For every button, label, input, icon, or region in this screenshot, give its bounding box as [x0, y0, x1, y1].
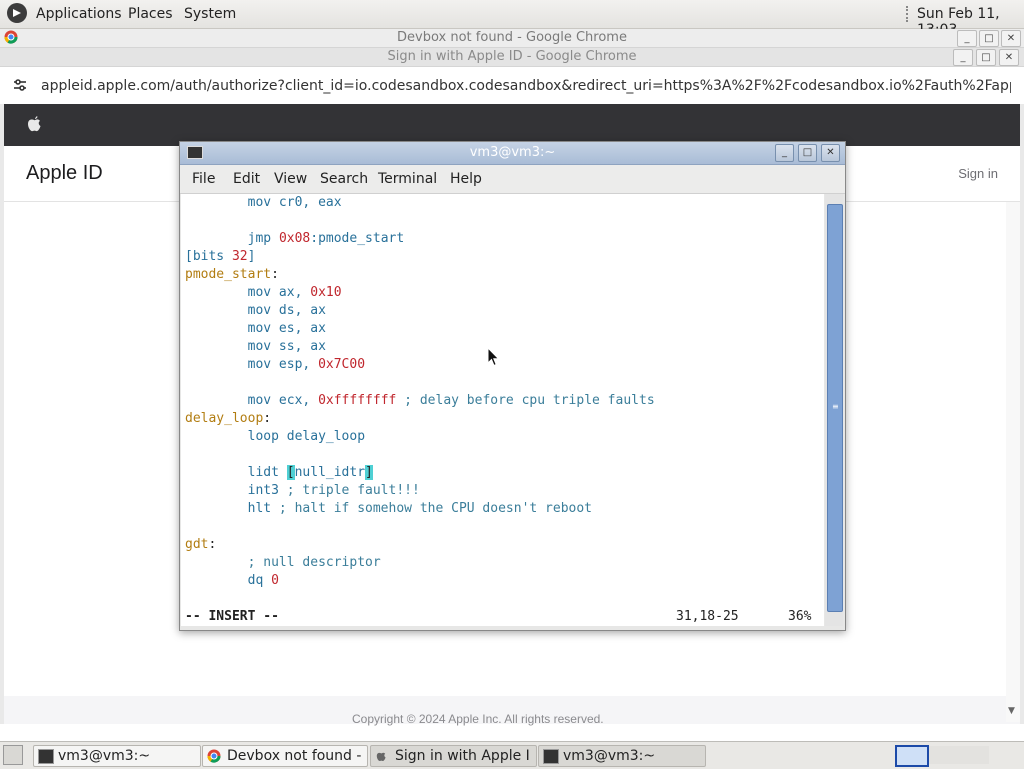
menu-places[interactable]: Places [128, 6, 173, 22]
terminal-menu-search[interactable]: Search [320, 171, 368, 187]
code-line: lidt [null_idtr] [247, 465, 373, 480]
code-line: mov esp, 0x7C00 [247, 357, 366, 372]
taskbar-item-terminal[interactable]: vm3@vm3:~ [33, 745, 201, 767]
code-line: loop delay_loop [247, 429, 366, 444]
terminal-menubar: File Edit View Search Terminal Help [180, 165, 845, 194]
show-desktop-icon[interactable] [3, 745, 23, 765]
code-line: mov ss, ax [247, 339, 326, 354]
terminal-menu-terminal[interactable]: Terminal [378, 171, 437, 187]
bracket-match-highlight: ] [365, 465, 373, 480]
chrome-icon [4, 30, 18, 50]
code-line: int3 ; triple fault!!! [247, 483, 420, 498]
taskbar-item-devbox-chrome[interactable]: Devbox not found - ... [202, 745, 368, 767]
workspace-switcher-area[interactable] [929, 746, 989, 764]
workspace-switcher[interactable] [895, 745, 929, 767]
gnome-foot-icon[interactable] [7, 3, 27, 23]
maximize-button[interactable]: □ [979, 30, 999, 47]
terminal-title: vm3@vm3:~ [469, 145, 556, 160]
taskbar-item-terminal-active[interactable]: vm3@vm3:~ [538, 745, 706, 767]
address-bar[interactable]: appleid.apple.com/auth/authorize?client_… [0, 68, 1024, 105]
code-line: dq 0 [247, 573, 279, 588]
chrome-icon [207, 749, 221, 763]
mouse-pointer-icon [487, 346, 501, 367]
terminal-icon [543, 749, 559, 764]
apple-icon [375, 749, 389, 762]
grip-icon: ≡ [832, 402, 839, 411]
page-title: Apple ID [26, 162, 103, 184]
code-line: delay_loop: [185, 411, 272, 426]
chrome-front-window-title: Sign in with Apple ID - Google Chrome [387, 49, 637, 64]
terminal-minimize-button[interactable]: _ [775, 144, 794, 162]
maximize-button[interactable]: □ [976, 49, 996, 66]
terminal-text-area[interactable]: mov cr0, eax jmp 0x08:pmode_start [bits … [181, 194, 824, 626]
terminal-menu-file[interactable]: File [192, 171, 215, 187]
terminal-menu-edit[interactable]: Edit [233, 171, 260, 187]
code-line: mov es, ax [247, 321, 326, 336]
menu-applications[interactable]: Applications [36, 6, 122, 22]
minimize-button[interactable]: _ [957, 30, 977, 47]
site-settings-icon[interactable] [12, 77, 28, 97]
top-panel: Applications Places System Sun Feb 11, 1… [0, 0, 1024, 38]
apple-global-nav [4, 104, 1020, 146]
code-line: jmp 0x08:pmode_start [247, 231, 405, 246]
panel-separator [906, 6, 911, 22]
terminal-window[interactable]: vm3@vm3:~ _ □ ✕ File Edit View Search Te… [179, 141, 846, 631]
scroll-down-arrow-icon[interactable]: ▼ [1008, 706, 1015, 716]
terminal-scrollbar-thumb[interactable]: ≡ [827, 204, 843, 612]
terminal-titlebar[interactable]: vm3@vm3:~ _ □ ✕ [180, 142, 845, 165]
copyright-text: Copyright © 2024 Apple Inc. All rights r… [352, 712, 604, 726]
menu-system[interactable]: System [184, 6, 236, 22]
bottom-taskbar: vm3@vm3:~ Devbox not found - ... Sign in… [0, 741, 1024, 769]
window-border-right [1020, 104, 1024, 724]
code-line: hlt ; halt if somehow the CPU doesn't re… [247, 501, 593, 516]
code-line: gdt: [185, 537, 217, 552]
code-line: mov ax, 0x10 [247, 285, 342, 300]
vim-cursor-position: 31,18-25 [676, 609, 739, 624]
terminal-menu-view[interactable]: View [274, 171, 307, 187]
vim-scroll-percent: 36% [788, 609, 812, 624]
minimize-button[interactable]: _ [953, 49, 973, 66]
code-line: ; null descriptor [247, 555, 381, 570]
sign-in-link[interactable]: Sign in [958, 166, 998, 181]
terminal-scrollbar[interactable]: ≡ [825, 194, 843, 626]
apple-logo-icon[interactable] [26, 114, 42, 134]
taskbar-item-apple-signin[interactable]: Sign in with Apple I... [370, 745, 537, 767]
code-line: mov cr0, eax [247, 195, 342, 210]
terminal-close-button[interactable]: ✕ [821, 144, 840, 162]
code-line: mov ds, ax [247, 303, 326, 318]
vim-mode-indicator: -- INSERT -- [185, 609, 279, 624]
terminal-menu-help[interactable]: Help [450, 171, 482, 187]
code-line: pmode_start: [185, 267, 279, 282]
code-line: [bits 32] [185, 249, 256, 264]
page-scrollbar[interactable] [1006, 202, 1020, 722]
chrome-front-window-titlebar[interactable]: Sign in with Apple ID - Google Chrome _ … [0, 48, 1024, 67]
chrome-back-window-title: Devbox not found - Google Chrome [397, 30, 627, 45]
url-text[interactable]: appleid.apple.com/auth/authorize?client_… [41, 78, 1011, 94]
terminal-icon [38, 749, 54, 764]
close-button[interactable]: ✕ [999, 49, 1019, 66]
terminal-maximize-button[interactable]: □ [798, 144, 817, 162]
close-button[interactable]: ✕ [1001, 30, 1021, 47]
code-line: mov ecx, 0xffffffff ; delay before cpu t… [247, 393, 655, 408]
bracket-match-highlight: [ [286, 465, 295, 480]
chrome-back-window-titlebar[interactable]: Devbox not found - Google Chrome _ □ ✕ [0, 29, 1024, 48]
